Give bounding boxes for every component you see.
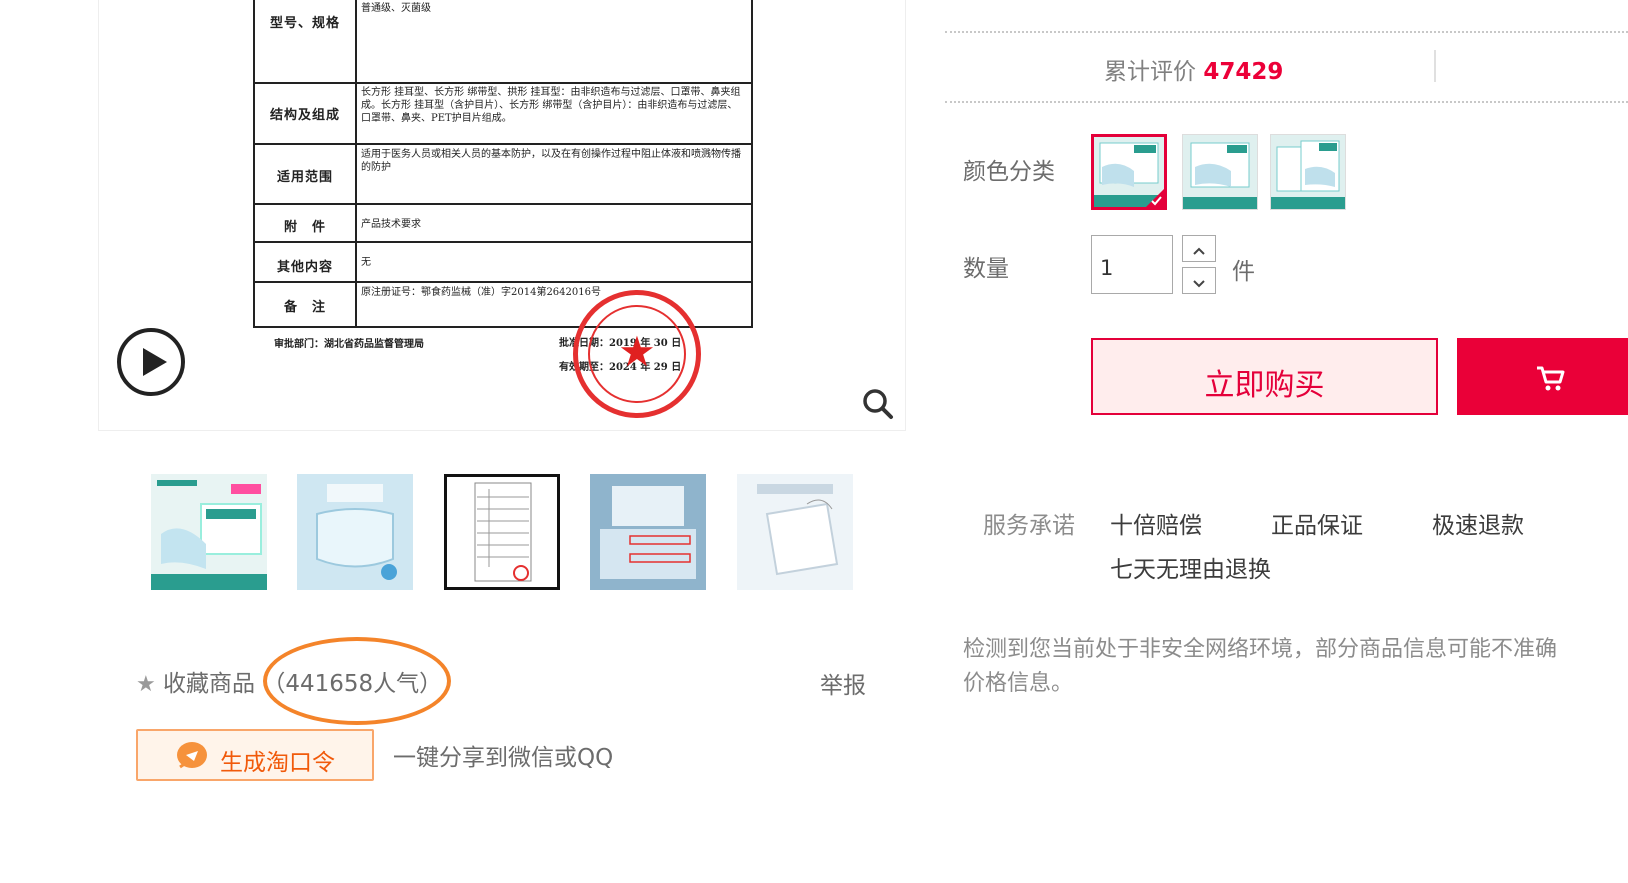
- chevron-down-icon: [1192, 275, 1206, 294]
- thumbnail-4[interactable]: [590, 474, 706, 590]
- color-option-1-selected[interactable]: [1091, 134, 1167, 210]
- doc-text: 长方形 挂耳型、长方形 绑带型、拱形 挂耳型：由非织造布与过滤层、口罩带、鼻夹组…: [361, 87, 741, 124]
- quantity-input[interactable]: 1: [1091, 235, 1173, 294]
- doc-label: 适用范围: [276, 170, 333, 185]
- doc-row-divider: [255, 281, 751, 283]
- star-icon: ★: [136, 672, 156, 697]
- doc-text: 适用于医务人员或相关人员的基本防护，以及在有创操作过程中阻止体液和喷溅物传播的防…: [361, 149, 741, 173]
- official-seal: ★: [573, 290, 701, 418]
- doc-text: 产品技术要求: [361, 219, 421, 230]
- buy-now-button[interactable]: 立即购买: [1091, 338, 1438, 415]
- warning-line-1: 检测到您当前处于非安全网络环境，部分商品信息可能不准确: [963, 637, 1558, 662]
- doc-label: 备 注: [283, 300, 326, 315]
- doc-text: 普通级、灭菌级: [361, 3, 431, 14]
- service-item[interactable]: 正品保证: [1271, 506, 1363, 540]
- registration-certificate-document: 型号、规格 普通级、灭菌级 结构及组成 长方形 挂耳型、长方形 绑带型、拱形 挂…: [253, 0, 753, 328]
- service-item[interactable]: 十倍赔偿: [1110, 506, 1202, 540]
- doc-text: 无: [361, 257, 371, 268]
- annotation-circle: [263, 637, 451, 725]
- taokouling-icon: [176, 741, 208, 775]
- review-count: 47429: [1203, 59, 1284, 85]
- divider: [945, 101, 1628, 103]
- thumbnail-2[interactable]: [297, 474, 413, 590]
- cart-icon: [1535, 364, 1565, 396]
- thumbnail-3-selected[interactable]: [444, 474, 560, 590]
- doc-label: 其他内容: [276, 260, 333, 275]
- color-option-2[interactable]: [1182, 134, 1258, 210]
- doc-label: 附 件: [283, 220, 326, 235]
- doc-row-divider: [255, 82, 751, 84]
- network-warning: 检测到您当前处于非安全网络环境，部分商品信息可能不准确 价格信息。: [963, 633, 1628, 701]
- doc-label: 结构及组成: [269, 108, 340, 123]
- thumbnail-1[interactable]: [151, 474, 267, 590]
- review-label: 累计评价: [1104, 59, 1196, 85]
- thumbnail-5[interactable]: [737, 474, 853, 590]
- quantity-increase-button[interactable]: [1182, 235, 1216, 262]
- review-summary[interactable]: 累计评价 47429: [1104, 52, 1283, 86]
- generate-taokouling-button[interactable]: 生成淘口令: [136, 729, 374, 781]
- quantity-unit: 件: [1232, 259, 1255, 285]
- add-to-cart-button[interactable]: [1457, 338, 1628, 415]
- divider: [1434, 50, 1436, 82]
- doc-row-divider: [255, 143, 751, 145]
- quantity-label: 数量: [963, 256, 1009, 282]
- color-label: 颜色分类: [963, 159, 1055, 185]
- main-product-image[interactable]: 型号、规格 普通级、灭菌级 结构及组成 长方形 挂耳型、长方形 绑带型、拱形 挂…: [98, 0, 906, 431]
- chevron-up-icon: [1192, 242, 1206, 261]
- color-option-3[interactable]: [1270, 134, 1346, 210]
- buy-now-label: 立即购买: [1204, 368, 1325, 403]
- report-link[interactable]: 举报: [820, 666, 866, 700]
- doc-row-divider: [255, 241, 751, 243]
- quantity-decrease-button[interactable]: [1182, 267, 1216, 294]
- doc-column-divider: [355, 0, 357, 326]
- play-video-button[interactable]: [117, 328, 185, 396]
- service-label: 服务承诺: [983, 513, 1075, 539]
- doc-label: 型号、规格: [269, 16, 340, 31]
- taokouling-label: 生成淘口令: [220, 750, 335, 776]
- zoom-icon[interactable]: [862, 388, 894, 420]
- warning-line-2: 价格信息。: [963, 671, 1074, 696]
- doc-text: 原注册证号：鄂食药监械（准）字2014第2642016号: [361, 287, 601, 298]
- service-item[interactable]: 极速退款: [1432, 506, 1524, 540]
- doc-row-divider: [255, 203, 751, 205]
- doc-footer-authority: 审批部门：湖北省药品监督管理局: [274, 339, 424, 350]
- favorite-label: 收藏商品: [163, 671, 256, 697]
- service-item[interactable]: 七天无理由退换: [1110, 550, 1271, 584]
- divider: [945, 31, 1628, 33]
- share-hint: 一键分享到微信或QQ: [393, 745, 614, 771]
